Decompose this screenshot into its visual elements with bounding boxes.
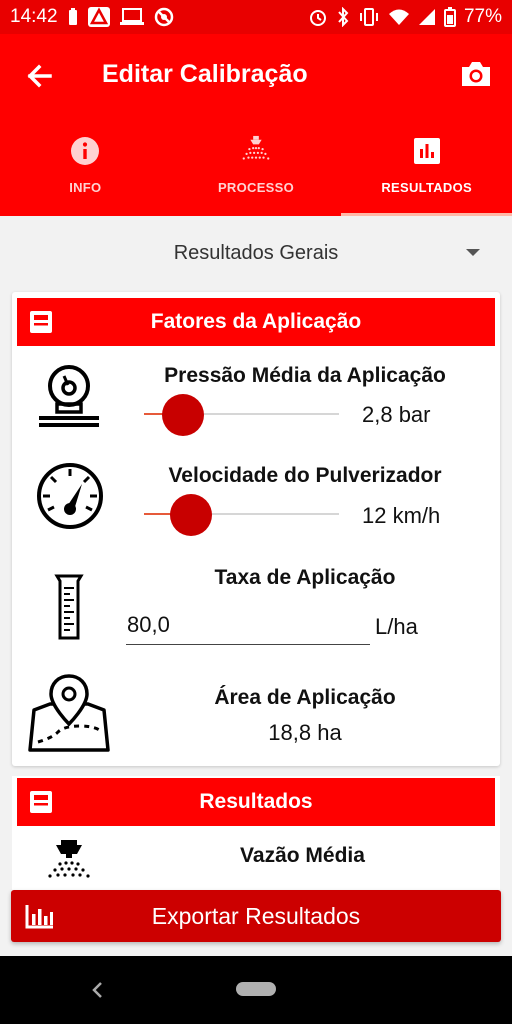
battery-percent: 77%: [463, 6, 502, 27]
page-title: Editar Calibração: [102, 60, 308, 88]
velocidade-slider[interactable]: [144, 494, 339, 536]
bar-chart-icon: [411, 135, 443, 167]
app-bar: Editar Calibração: [0, 34, 512, 118]
blocked-icon: [154, 7, 174, 27]
slider-thumb[interactable]: [169, 494, 212, 536]
sprayer-nozzle-icon: [240, 135, 272, 167]
slider-thumb[interactable]: [162, 394, 204, 436]
calculator-icon: [30, 791, 52, 813]
export-results-button[interactable]: Exportar Resultados: [11, 890, 501, 942]
status-time: 14:42: [10, 6, 58, 27]
back-button[interactable]: [22, 58, 58, 94]
signal-icon: [418, 8, 436, 26]
tab-processo[interactable]: PROCESSO: [171, 118, 342, 216]
dropdown-selected-value: Resultados Gerais: [173, 241, 339, 264]
taxa-unit: L/ha: [375, 614, 418, 639]
velocidade-value: 12 km/h: [362, 503, 441, 528]
camera-button[interactable]: [458, 56, 494, 92]
battery-icon: [443, 7, 456, 27]
camera-icon: [462, 62, 490, 86]
fatores-card: Fatores da Aplicação Pressão Média da Ap…: [12, 292, 500, 766]
taxa-title: Taxa de Aplicação: [214, 566, 396, 589]
nav-back-icon[interactable]: [88, 980, 108, 1000]
status-bar: 14:42 77%: [0, 0, 512, 34]
pressao-value: 2,8 bar: [362, 402, 431, 427]
wifi-icon: [388, 8, 410, 26]
nav-home-pill[interactable]: [236, 982, 276, 996]
system-nav-bar: [0, 956, 512, 1024]
bluetooth-icon: [336, 7, 350, 27]
tab-bar: INFO PROCESSO RESULTADOS: [0, 118, 512, 216]
resultados-card: Resultados Vazão Média: [12, 776, 500, 896]
speedometer-icon: [37, 463, 103, 529]
taxa-input[interactable]: [126, 612, 370, 645]
fatores-title: Fatores da Aplicação: [150, 310, 362, 333]
arrow-back-icon: [27, 64, 52, 88]
tab-info-label: INFO: [69, 180, 102, 195]
area-title: Área de Aplicação: [214, 686, 396, 709]
info-icon: [69, 135, 101, 167]
results-type-dropdown[interactable]: Resultados Gerais: [0, 216, 512, 290]
velocidade-title: Velocidade do Pulverizador: [168, 464, 442, 487]
resultados-header: Resultados: [17, 778, 495, 826]
vibrate-icon: [358, 8, 380, 26]
alarm-icon: [308, 7, 328, 27]
calculator-icon: [30, 311, 52, 333]
resultados-title: Resultados: [199, 790, 313, 813]
vazao-title: Vazão Média: [240, 844, 365, 867]
export-button-label: Exportar Resultados: [151, 902, 361, 929]
bar-chart-icon: [25, 905, 53, 929]
fatores-header: Fatores da Aplicação: [17, 298, 495, 346]
warning-app-icon: [87, 7, 110, 27]
tab-resultados-label: RESULTADOS: [381, 180, 472, 195]
battery-saver-icon: [68, 8, 78, 26]
pressao-slider[interactable]: [144, 394, 339, 436]
tab-resultados[interactable]: RESULTADOS: [341, 118, 512, 216]
pressao-title: Pressão Média da Aplicação: [164, 364, 446, 387]
nozzle-spray-icon: [48, 840, 90, 878]
map-pin-icon: [28, 674, 110, 752]
tab-processo-label: PROCESSO: [217, 180, 295, 195]
tab-info[interactable]: INFO: [0, 118, 171, 216]
area-value: 18,8 ha: [268, 720, 342, 745]
dropdown-arrow-icon: [466, 249, 480, 256]
graduated-cylinder-icon: [54, 574, 84, 640]
laptop-icon: [119, 8, 144, 26]
pressure-gauge-icon: [39, 365, 99, 427]
